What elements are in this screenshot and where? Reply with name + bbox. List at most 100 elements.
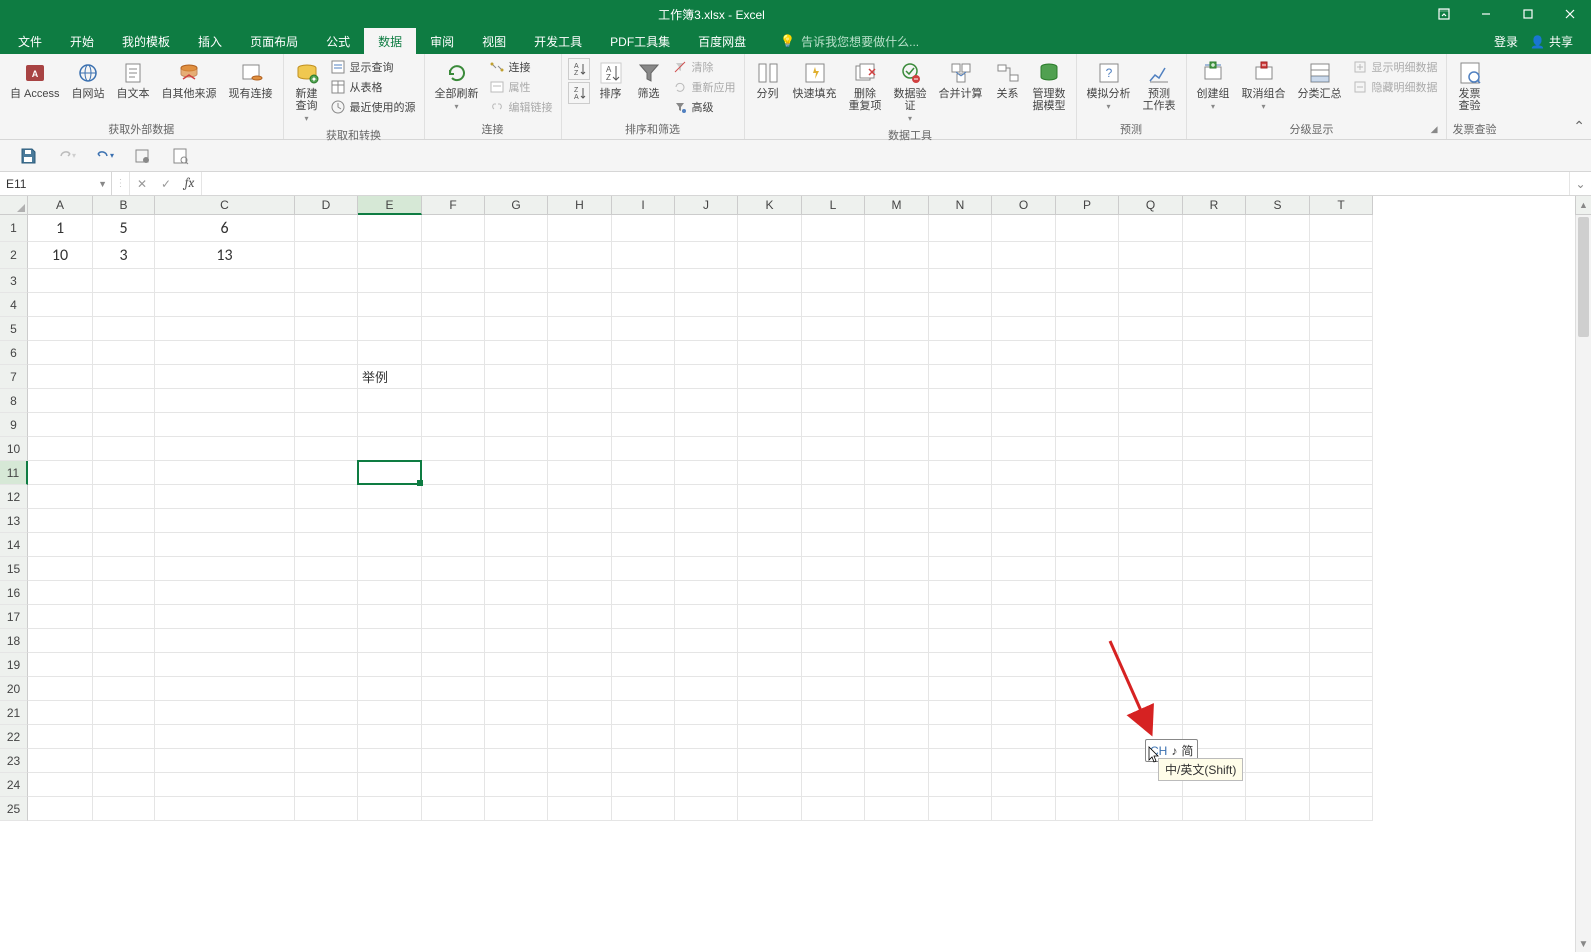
tab-pdftools[interactable]: PDF工具集 <box>596 28 684 54</box>
cell-B13[interactable] <box>93 509 155 533</box>
cell-T21[interactable] <box>1310 701 1373 725</box>
cell-C8[interactable] <box>155 389 295 413</box>
cell-C5[interactable] <box>155 317 295 341</box>
cell-N6[interactable] <box>929 341 992 365</box>
cell-H17[interactable] <box>548 605 612 629</box>
group-button[interactable]: 创建组▾ <box>1193 58 1234 113</box>
cell-D8[interactable] <box>295 389 358 413</box>
cell-K12[interactable] <box>738 485 802 509</box>
cell-M24[interactable] <box>865 773 929 797</box>
column-header-E[interactable]: E <box>358 196 422 215</box>
cell-A23[interactable] <box>28 749 93 773</box>
cell-C23[interactable] <box>155 749 295 773</box>
cell-I12[interactable] <box>612 485 675 509</box>
cell-A10[interactable] <box>28 437 93 461</box>
cell-J7[interactable] <box>675 365 738 389</box>
cell-R25[interactable] <box>1183 797 1246 821</box>
ungroup-button[interactable]: 取消组合▾ <box>1238 58 1290 113</box>
tab-home[interactable]: 开始 <box>56 28 108 54</box>
cell-P1[interactable] <box>1056 215 1119 242</box>
cell-N3[interactable] <box>929 269 992 293</box>
cell-R8[interactable] <box>1183 389 1246 413</box>
cell-D24[interactable] <box>295 773 358 797</box>
cell-R10[interactable] <box>1183 437 1246 461</box>
cell-S12[interactable] <box>1246 485 1310 509</box>
cell-A9[interactable] <box>28 413 93 437</box>
cell-Q10[interactable] <box>1119 437 1183 461</box>
cell-P23[interactable] <box>1056 749 1119 773</box>
cell-J10[interactable] <box>675 437 738 461</box>
cell-H24[interactable] <box>548 773 612 797</box>
cell-P24[interactable] <box>1056 773 1119 797</box>
cell-S6[interactable] <box>1246 341 1310 365</box>
tab-insert[interactable]: 插入 <box>184 28 236 54</box>
cell-G6[interactable] <box>485 341 548 365</box>
cell-R3[interactable] <box>1183 269 1246 293</box>
cell-J1[interactable] <box>675 215 738 242</box>
cell-Q20[interactable] <box>1119 677 1183 701</box>
cell-M13[interactable] <box>865 509 929 533</box>
cell-L8[interactable] <box>802 389 865 413</box>
cell-F16[interactable] <box>422 581 485 605</box>
cell-A3[interactable] <box>28 269 93 293</box>
cell-D20[interactable] <box>295 677 358 701</box>
cell-D5[interactable] <box>295 317 358 341</box>
cell-B24[interactable] <box>93 773 155 797</box>
cell-P20[interactable] <box>1056 677 1119 701</box>
cell-E19[interactable] <box>358 653 422 677</box>
column-header-I[interactable]: I <box>612 196 675 215</box>
cell-H15[interactable] <box>548 557 612 581</box>
tab-review[interactable]: 审阅 <box>416 28 468 54</box>
cell-B18[interactable] <box>93 629 155 653</box>
cell-G17[interactable] <box>485 605 548 629</box>
cell-L5[interactable] <box>802 317 865 341</box>
cell-A12[interactable] <box>28 485 93 509</box>
cell-I9[interactable] <box>612 413 675 437</box>
cell-D16[interactable] <box>295 581 358 605</box>
cell-Q21[interactable] <box>1119 701 1183 725</box>
cell-C16[interactable] <box>155 581 295 605</box>
cell-G4[interactable] <box>485 293 548 317</box>
cell-S2[interactable] <box>1246 242 1310 269</box>
cell-N17[interactable] <box>929 605 992 629</box>
show-queries-button[interactable]: 显示查询 <box>328 58 418 76</box>
tab-mytemplates[interactable]: 我的模板 <box>108 28 184 54</box>
cell-H21[interactable] <box>548 701 612 725</box>
cell-P18[interactable] <box>1056 629 1119 653</box>
cell-N18[interactable] <box>929 629 992 653</box>
cell-O13[interactable] <box>992 509 1056 533</box>
cell-D23[interactable] <box>295 749 358 773</box>
fx-icon[interactable]: fx <box>178 172 202 195</box>
cell-R19[interactable] <box>1183 653 1246 677</box>
cell-O20[interactable] <box>992 677 1056 701</box>
row-header-23[interactable]: 23 <box>0 749 28 773</box>
cell-R11[interactable] <box>1183 461 1246 485</box>
cell-G13[interactable] <box>485 509 548 533</box>
cell-B2[interactable]: 3 <box>93 242 155 269</box>
cell-T10[interactable] <box>1310 437 1373 461</box>
row-header-7[interactable]: 7 <box>0 365 28 389</box>
column-header-D[interactable]: D <box>295 196 358 215</box>
cell-T2[interactable] <box>1310 242 1373 269</box>
cell-D12[interactable] <box>295 485 358 509</box>
cell-C19[interactable] <box>155 653 295 677</box>
cell-N2[interactable] <box>929 242 992 269</box>
cell-D2[interactable] <box>295 242 358 269</box>
cell-M9[interactable] <box>865 413 929 437</box>
cell-J3[interactable] <box>675 269 738 293</box>
cell-M23[interactable] <box>865 749 929 773</box>
select-all-button[interactable] <box>0 196 28 215</box>
cell-Q3[interactable] <box>1119 269 1183 293</box>
properties-button[interactable]: 属性 <box>487 78 555 96</box>
from-web-button[interactable]: 自网站 <box>68 58 109 102</box>
cell-T5[interactable] <box>1310 317 1373 341</box>
cell-S1[interactable] <box>1246 215 1310 242</box>
cell-O2[interactable] <box>992 242 1056 269</box>
cell-G11[interactable] <box>485 461 548 485</box>
cell-O19[interactable] <box>992 653 1056 677</box>
cell-A20[interactable] <box>28 677 93 701</box>
cell-L15[interactable] <box>802 557 865 581</box>
cell-I13[interactable] <box>612 509 675 533</box>
filter-button[interactable]: 筛选 <box>632 58 666 102</box>
cell-T24[interactable] <box>1310 773 1373 797</box>
